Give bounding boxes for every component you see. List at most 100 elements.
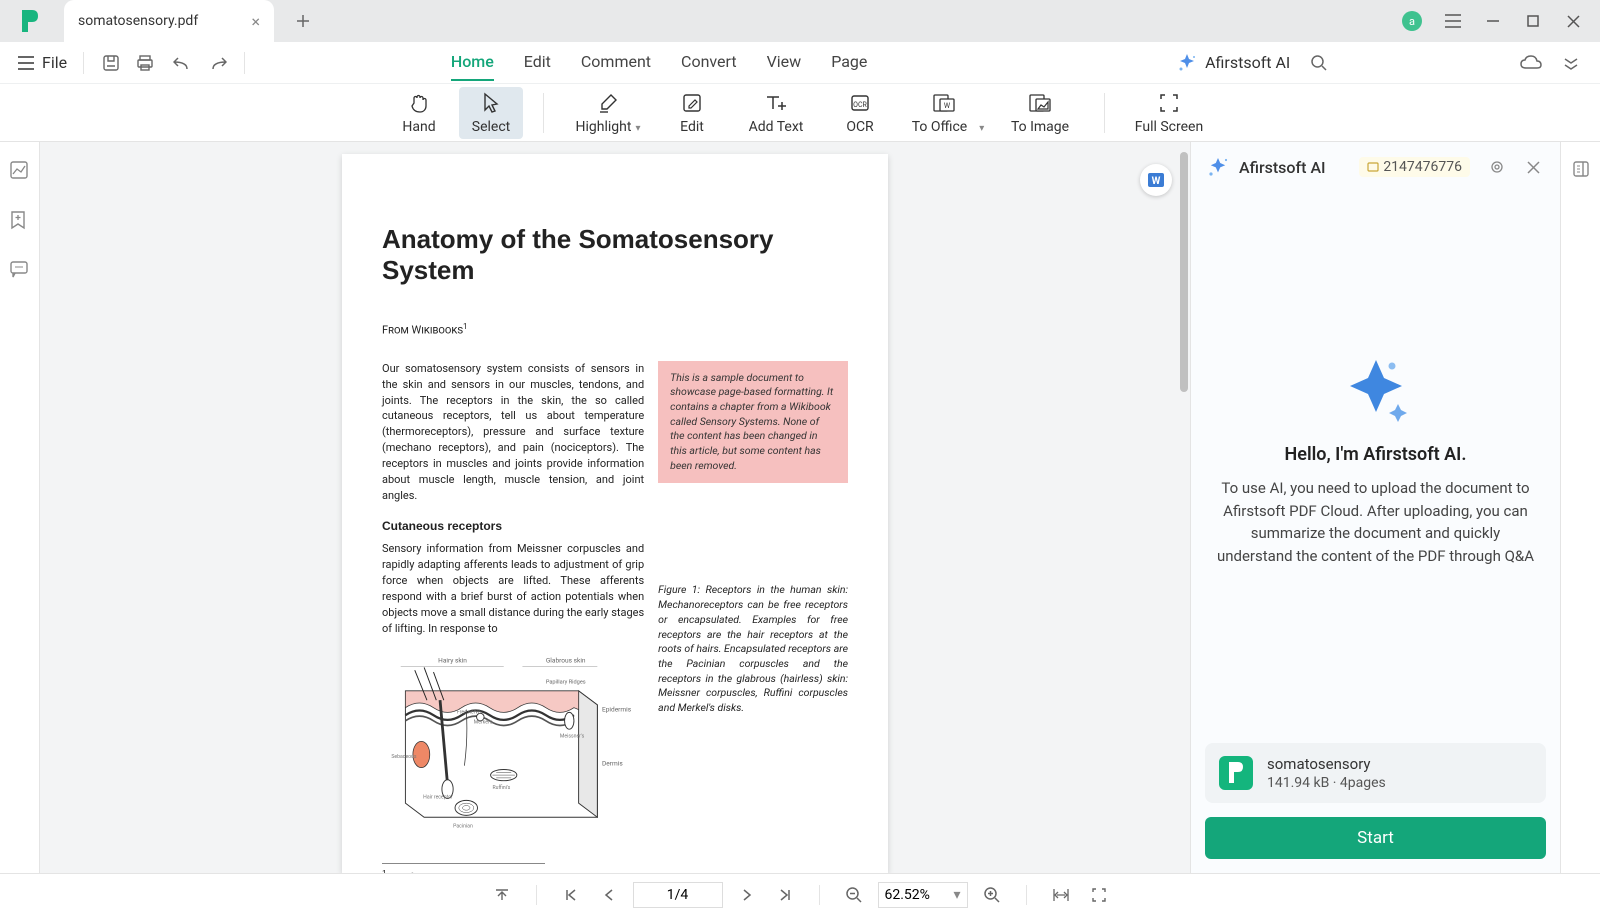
fig-label-hairy: Hairy skin — [438, 657, 467, 665]
to-office-tool[interactable]: W To Office▾ — [900, 87, 988, 139]
ai-file-card: somatosensory 141.94 kB · 4pages — [1205, 743, 1546, 803]
ai-file-meta: 141.94 kB · 4pages — [1267, 775, 1386, 791]
ai-panel: Afirstsoft AI 2147476776 Hello, I'm Afir… — [1190, 142, 1560, 873]
redo-icon[interactable] — [206, 52, 228, 74]
full-screen-tool[interactable]: Full Screen — [1125, 87, 1213, 139]
right-rail — [1560, 142, 1600, 873]
full-screen-icon — [1157, 91, 1181, 115]
menu-tab-view[interactable]: View — [767, 44, 802, 81]
bookmark-add-icon[interactable] — [9, 210, 31, 232]
svg-text:Papillary Ridges: Papillary Ridges — [546, 679, 586, 685]
menu-tab-home[interactable]: Home — [451, 44, 494, 81]
search-icon[interactable] — [1308, 52, 1330, 74]
page-input[interactable] — [633, 882, 723, 908]
tab-close-icon[interactable]: × — [251, 12, 260, 31]
next-page-icon[interactable] — [733, 881, 761, 909]
window-close-icon[interactable] — [1564, 12, 1582, 30]
hand-icon — [407, 91, 431, 115]
ai-close-icon[interactable] — [1522, 156, 1544, 178]
svg-text:Epidermis: Epidermis — [602, 706, 632, 714]
highlight-tool[interactable]: Highlight▾ — [564, 87, 652, 139]
document-tab[interactable]: somatosensory.pdf × — [64, 0, 274, 42]
ai-credits-badge[interactable]: 2147476776 — [1359, 157, 1470, 177]
user-avatar[interactable]: a — [1402, 11, 1422, 31]
new-tab-button[interactable] — [288, 6, 318, 36]
menu-tab-page[interactable]: Page — [831, 44, 867, 81]
comments-icon[interactable] — [9, 260, 31, 282]
doc-footnote: 1 The following description is based on … — [382, 863, 545, 873]
ai-description-text: To use AI, you need to upload the docume… — [1215, 477, 1536, 567]
to-image-tool[interactable]: To Image — [996, 87, 1084, 139]
print-icon[interactable] — [134, 52, 156, 74]
ai-settings-icon[interactable] — [1486, 156, 1508, 178]
menu-tabs: Home Edit Comment Convert View Page — [451, 44, 868, 81]
svg-text:Meissner's: Meissner's — [560, 734, 585, 740]
to-image-icon — [1028, 91, 1052, 115]
select-icon — [479, 91, 503, 115]
svg-text:OCR: OCR — [853, 101, 867, 109]
ai-menu-button[interactable]: Afirstsoft AI — [1177, 53, 1290, 73]
ocr-tool[interactable]: OCR OCR — [828, 87, 892, 139]
toolbar: Hand Select Highlight▾ Edit Add Text OCR… — [0, 84, 1600, 142]
edit-tool[interactable]: Edit — [660, 87, 724, 139]
zoom-out-icon[interactable] — [840, 881, 868, 909]
doc-title: Anatomy of the Somatosensory System — [382, 224, 848, 286]
window-minimize-icon[interactable] — [1484, 12, 1502, 30]
titlebar: somatosensory.pdf × a — [0, 0, 1600, 42]
pdf-file-icon — [1219, 756, 1253, 790]
zoom-select[interactable]: 62.52%▾ — [878, 882, 968, 908]
collapse-icon[interactable] — [1560, 52, 1582, 74]
svg-text:W: W — [1152, 176, 1161, 187]
undo-icon[interactable] — [172, 52, 194, 74]
tab-title: somatosensory.pdf — [78, 13, 198, 29]
add-text-icon — [764, 91, 788, 115]
file-menu[interactable]: File — [18, 53, 67, 72]
cloud-icon[interactable] — [1520, 52, 1542, 74]
ai-sparkle-icon — [1207, 156, 1229, 178]
hand-tool[interactable]: Hand — [387, 87, 451, 139]
doc-para-2: Sensory information from Meissner corpus… — [382, 541, 644, 637]
svg-text:Pacinian: Pacinian — [453, 824, 473, 830]
doc-subheading: Cutaneous receptors — [382, 518, 644, 535]
to-office-icon: W — [932, 91, 956, 115]
doc-para-1: Our somatosensory system consists of sen… — [382, 361, 644, 504]
doc-figure-caption: Figure 1: Receptors in the human skin: M… — [658, 583, 848, 715]
scroll-top-icon[interactable] — [488, 881, 516, 909]
menu-tab-edit[interactable]: Edit — [524, 44, 551, 81]
menu-tab-convert[interactable]: Convert — [681, 44, 737, 81]
ai-hello-text: Hello, I'm Afirstsoft AI. — [1285, 444, 1467, 465]
first-page-icon[interactable] — [557, 881, 585, 909]
right-rail-toggle-icon[interactable] — [1572, 160, 1590, 178]
ai-file-name: somatosensory — [1267, 755, 1386, 773]
app-logo — [18, 7, 46, 35]
save-icon[interactable] — [100, 52, 122, 74]
svg-text:Hair receptor: Hair receptor — [423, 795, 453, 801]
left-panel — [0, 142, 40, 873]
svg-text:Free nerve: Free nerve — [457, 709, 481, 715]
ocr-icon: OCR — [848, 91, 872, 115]
select-tool[interactable]: Select — [459, 87, 523, 139]
doc-figure: Hairy skin Glabrous skin Papillary Ridge… — [382, 647, 644, 847]
hamburger-icon[interactable] — [1444, 12, 1462, 30]
export-word-chip[interactable]: W — [1140, 164, 1172, 196]
thumbnails-icon[interactable] — [9, 160, 31, 182]
start-button[interactable]: Start — [1205, 817, 1546, 859]
ai-logo-large-icon — [1338, 354, 1414, 430]
document-viewport[interactable]: W Anatomy of the Somatosensory System Fr… — [40, 142, 1190, 873]
doc-source: From Wikibooks1 — [382, 322, 848, 337]
add-text-tool[interactable]: Add Text — [732, 87, 820, 139]
edit-icon — [680, 91, 704, 115]
svg-text:Merkel's: Merkel's — [474, 720, 493, 726]
menu-tab-comment[interactable]: Comment — [581, 44, 651, 81]
fit-width-icon[interactable] — [1047, 881, 1075, 909]
prev-page-icon[interactable] — [595, 881, 623, 909]
zoom-in-icon[interactable] — [978, 881, 1006, 909]
last-page-icon[interactable] — [771, 881, 799, 909]
menu-bar: File Home Edit Comment Convert View Page… — [0, 42, 1600, 84]
scrollbar-thumb[interactable] — [1180, 152, 1188, 392]
svg-text:Ruffini's: Ruffini's — [492, 784, 510, 791]
pdf-page: Anatomy of the Somatosensory System From… — [342, 154, 888, 873]
svg-text:Dermis: Dermis — [602, 760, 623, 768]
window-maximize-icon[interactable] — [1524, 12, 1542, 30]
fit-page-icon[interactable] — [1085, 881, 1113, 909]
